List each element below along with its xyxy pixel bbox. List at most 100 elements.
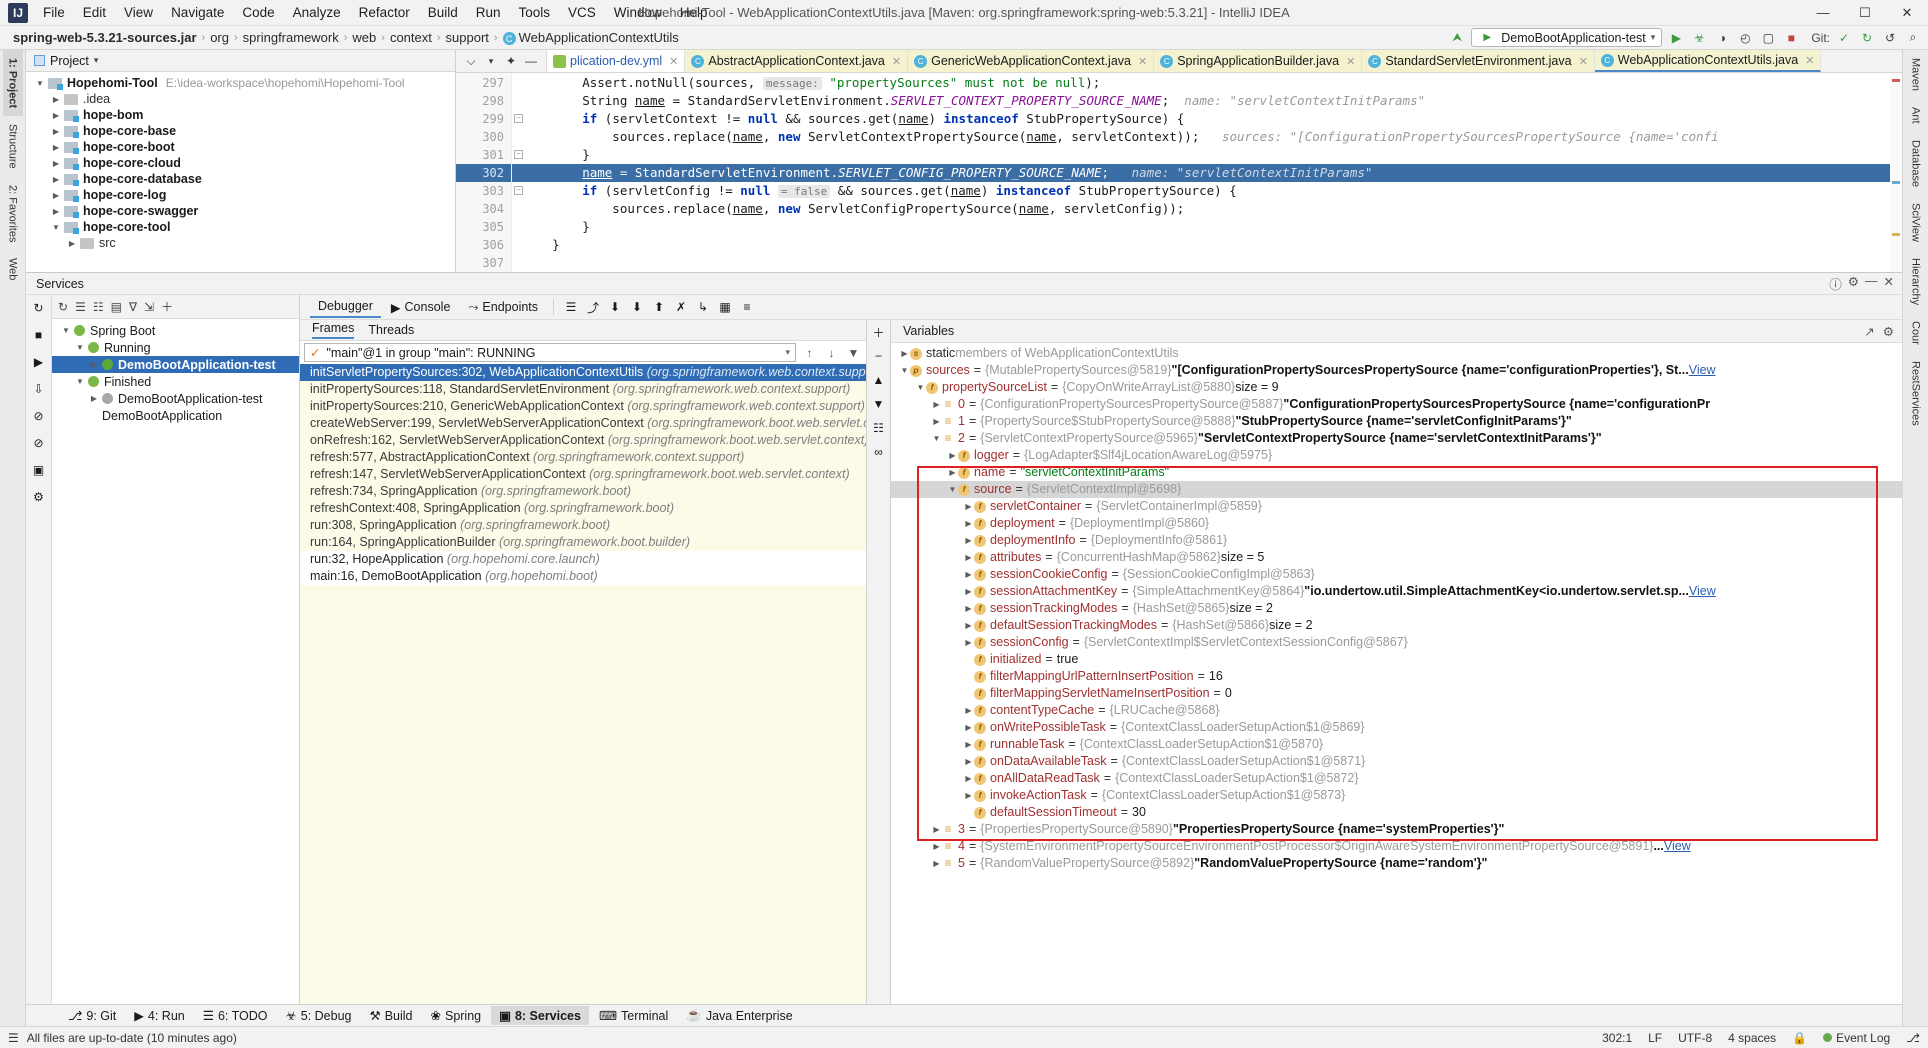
- services-tree-icon-0[interactable]: ↻: [58, 300, 68, 314]
- debugger-action-2[interactable]: ⬇: [605, 297, 625, 317]
- chevron-right-icon[interactable]: ▶: [963, 736, 974, 753]
- gear-icon[interactable]: ⚙: [1883, 324, 1894, 339]
- chevron-down-icon[interactable]: ▼: [32, 79, 48, 88]
- chevron-down-icon[interactable]: ▼: [899, 362, 910, 379]
- variable-row[interactable]: ▼ p sources = {MutablePropertySources@5819…: [891, 362, 1902, 379]
- run-configuration-selector[interactable]: ▶ DemoBootApplication-test ▾: [1471, 28, 1663, 47]
- bottom-tab----todo[interactable]: ☰ 6: TODO: [195, 1006, 276, 1025]
- tool-tab-structure[interactable]: Structure: [3, 116, 23, 177]
- breadcrumb-item-4[interactable]: context: [385, 29, 437, 46]
- run-coverage-icon[interactable]: ◑: [1713, 29, 1731, 47]
- editor-tab-4[interactable]: C StandardServletEnvironment.java ✕: [1362, 50, 1595, 72]
- menu-item-tools[interactable]: Tools: [510, 2, 560, 23]
- bottom-tab-build[interactable]: ⚒ Build: [361, 1006, 420, 1025]
- editor-tab-0[interactable]: plication-dev.yml ✕: [547, 50, 686, 72]
- services-tool-icon-6[interactable]: ▣: [30, 461, 48, 479]
- watches-icon[interactable]: ∞: [870, 443, 888, 461]
- editor-tab-1[interactable]: C AbstractApplicationContext.java ✕: [685, 50, 909, 72]
- git-update-icon[interactable]: ↻: [1858, 29, 1876, 47]
- variable-row[interactable]: ▶ f invokeActionTask = {ContextClassLoader…: [891, 787, 1902, 804]
- project-tree-row[interactable]: ▶ hope-core-cloud: [26, 155, 455, 171]
- chevron-down-icon[interactable]: ▼: [48, 223, 64, 232]
- services-tree-icon-5[interactable]: ⇲: [144, 300, 154, 314]
- services-tool-icon-3[interactable]: ⇩: [30, 380, 48, 398]
- frames-tab-threads[interactable]: Threads: [368, 323, 414, 337]
- variable-row[interactable]: f filterMappingUrlPatternInsertPosition =…: [891, 668, 1902, 685]
- bottom-tab-spring[interactable]: ❀ Spring: [423, 1006, 490, 1025]
- debugger-action-6[interactable]: ↳: [693, 297, 713, 317]
- file-encoding[interactable]: UTF-8: [1678, 1031, 1712, 1045]
- breadcrumb-item-1[interactable]: org: [205, 29, 234, 46]
- chevron-right-icon[interactable]: ▶: [931, 855, 942, 872]
- git-commit-icon[interactable]: ✓: [1835, 29, 1853, 47]
- stack-frame-row[interactable]: refresh:147, ServletWebServerApplication…: [300, 466, 866, 483]
- variables-tree[interactable]: ▶ s static members of WebApplicationContex…: [891, 343, 1902, 1004]
- stack-frame-row[interactable]: refresh:577, AbstractApplicationContext …: [300, 449, 866, 466]
- breadcrumb-item-5[interactable]: support: [441, 29, 494, 46]
- services-tree-icon-6[interactable]: ＋: [161, 298, 173, 315]
- editor-tab-5[interactable]: C WebApplicationContextUtils.java ✕: [1594, 50, 1822, 72]
- bottom-tab----debug[interactable]: ☣ 5: Debug: [278, 1006, 360, 1025]
- editor-tab-2[interactable]: C GenericWebApplicationContext.java ✕: [908, 50, 1155, 72]
- project-tree[interactable]: ▼ Hopehomi-Tool E:\idea-workspace\hopehomi…: [26, 72, 455, 272]
- code-line[interactable]: name = StandardServletEnvironment.SERVLE…: [512, 164, 1902, 182]
- close-icon[interactable]: ✕: [1138, 55, 1147, 68]
- variable-row[interactable]: ▶ f onAllDataReadTask = {ContextClassLoade…: [891, 770, 1902, 787]
- services-tool-icon-1[interactable]: ■: [30, 326, 48, 344]
- minimize-icon[interactable]: —: [1865, 274, 1878, 293]
- project-tree-row[interactable]: ▶ hope-core-swagger: [26, 203, 455, 219]
- variable-row[interactable]: ▶ ≡ 4 = {SystemEnvironmentPropertySourceEn…: [891, 838, 1902, 855]
- editor-scrollbar[interactable]: [1890, 73, 1902, 272]
- services-tree-icon-3[interactable]: ▤: [111, 300, 122, 314]
- breadcrumb-item-6[interactable]: C WebApplicationContextUtils: [498, 29, 684, 47]
- breadcrumb-item-3[interactable]: web: [347, 29, 381, 46]
- variable-row[interactable]: ▶ f onDataAvailableTask = {ContextClassLoa…: [891, 753, 1902, 770]
- variable-row[interactable]: ▶ f sessionTrackingModes = {HashSet@5865} …: [891, 600, 1902, 617]
- chevron-right-icon[interactable]: ▶: [931, 413, 942, 430]
- tool-tab-maven[interactable]: Maven: [1906, 50, 1926, 99]
- chevron-right-icon[interactable]: ▶: [963, 532, 974, 549]
- chevron-right-icon[interactable]: ▶: [963, 583, 974, 600]
- bottom-tab----services[interactable]: ▣ 8: Services: [491, 1006, 589, 1025]
- move-up-icon[interactable]: ▲: [870, 371, 888, 389]
- service-node[interactable]: ▶ DemoBootApplication-test: [52, 356, 299, 373]
- remove-watch-icon[interactable]: −: [870, 347, 888, 365]
- project-tree-row[interactable]: ▼ hope-core-tool: [26, 219, 455, 235]
- hamburger-icon[interactable]: ☰: [8, 1031, 19, 1045]
- frames-tab-bar[interactable]: Frames Threads: [300, 320, 866, 341]
- editor-tabs[interactable]: plication-dev.yml ✕ C AbstractApplicationCo…: [547, 50, 1822, 72]
- debugger-action-5[interactable]: ✗: [671, 297, 691, 317]
- variable-row[interactable]: ▼ f source = {ServletContextImpl@5698}: [891, 481, 1902, 498]
- stack-frame-row[interactable]: initPropertySources:118, StandardServlet…: [300, 381, 866, 398]
- menu-item-refactor[interactable]: Refactor: [350, 2, 419, 23]
- view-link[interactable]: View: [1689, 583, 1716, 600]
- chevron-right-icon[interactable]: ▶: [947, 464, 958, 481]
- variable-row[interactable]: ▶ f servletContainer = {ServletContainerIm…: [891, 498, 1902, 515]
- main-menu[interactable]: File Edit View Navigate Code Analyze Refactor B…: [34, 2, 717, 23]
- stack-frame-row[interactable]: run:308, SpringApplication (org.springfr…: [300, 517, 866, 534]
- breadcrumb-item-2[interactable]: springframework: [238, 29, 344, 46]
- code-line[interactable]: }: [512, 146, 1902, 164]
- pin-icon[interactable]: ✦: [502, 52, 520, 70]
- code-line[interactable]: if (servletContext != null && sources.ge…: [512, 110, 1902, 128]
- bottom-tool-window-bar[interactable]: ⎇ 9: Git ▶ 4: Run ☰ 6: TODO ☣ 5: Debug ⚒ Build ❀ Sp…: [26, 1004, 1902, 1026]
- frames-tab-frames[interactable]: Frames: [312, 321, 355, 339]
- variable-row[interactable]: ▶ ≡ 5 = {RandomValuePropertySource@5892} "…: [891, 855, 1902, 872]
- menu-item-build[interactable]: Build: [419, 2, 467, 23]
- code-line[interactable]: if (servletConfig != null = false && sou…: [512, 182, 1902, 200]
- services-side-toolbar[interactable]: ↻ ■ ▶ ⇩ ⊘ ⊘ ▣ ⚙: [26, 295, 52, 1004]
- project-tree-row[interactable]: ▶ hope-core-base: [26, 123, 455, 139]
- tool-tab-web[interactable]: Web: [3, 250, 23, 288]
- menu-item-window[interactable]: Window: [605, 2, 671, 23]
- service-node[interactable]: DemoBootApplication: [52, 407, 299, 424]
- code-lines[interactable]: Assert.notNull(sources, message: "proper…: [512, 73, 1902, 272]
- services-tool-icon-0[interactable]: ↻: [30, 299, 48, 317]
- git-branch-icon[interactable]: ⎇: [1906, 1031, 1920, 1045]
- breadcrumb[interactable]: spring-web-5.3.21-sources.jar › org › spring…: [8, 29, 684, 47]
- menu-item-vcs[interactable]: VCS: [559, 2, 605, 23]
- breadcrumb-item-0[interactable]: spring-web-5.3.21-sources.jar: [8, 29, 202, 46]
- stop-icon[interactable]: ■: [1782, 29, 1800, 47]
- chevron-right-icon[interactable]: ▶: [963, 634, 974, 651]
- chevron-right-icon[interactable]: ▶: [963, 566, 974, 583]
- add-watch-icon[interactable]: ＋: [870, 323, 888, 341]
